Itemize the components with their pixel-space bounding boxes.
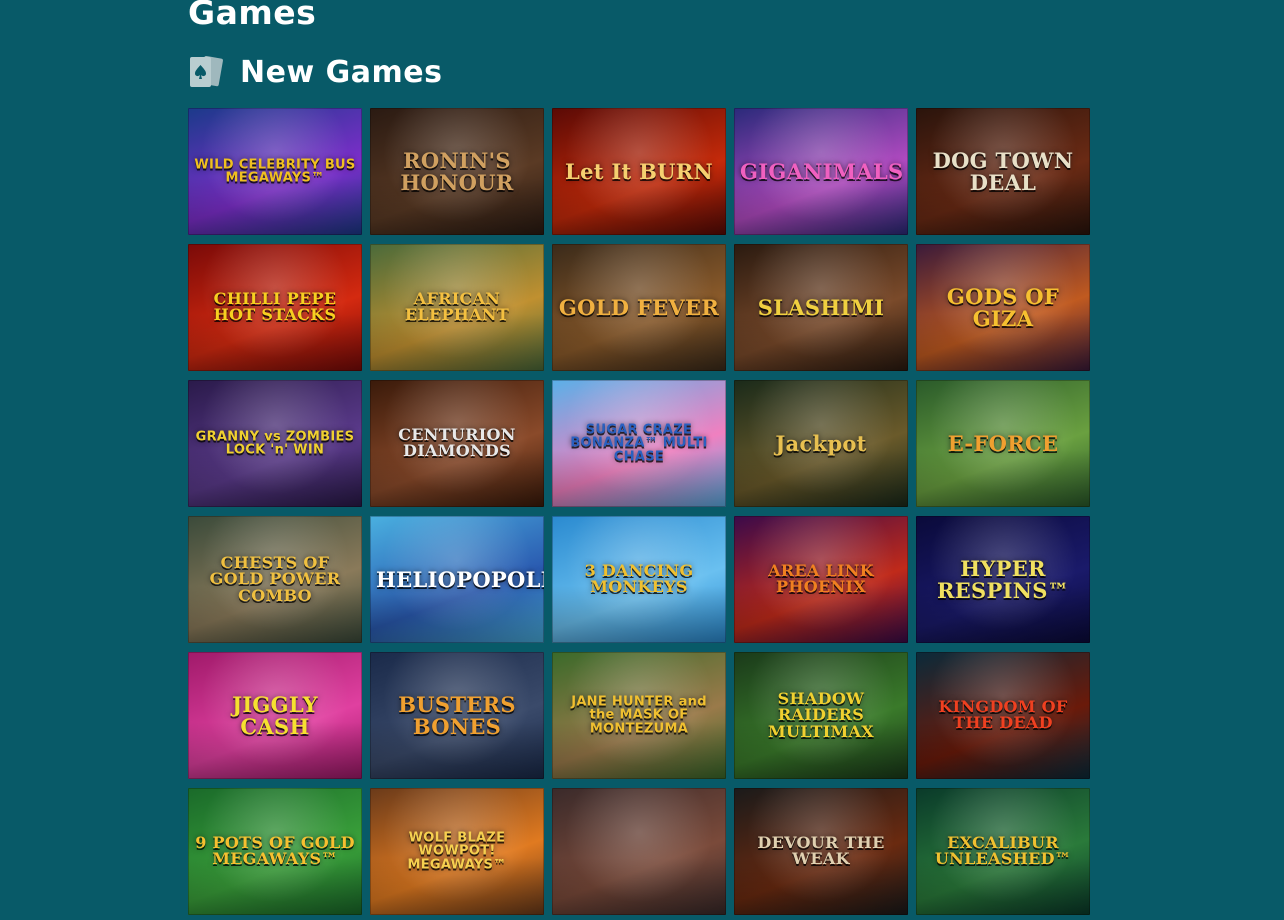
game-tile[interactable]: JIGGLY CASH [188, 652, 362, 779]
game-title: CHILLI PEPE HOT STACKS [213, 288, 337, 325]
game-tile[interactable]: EXCALIBUR UNLEASHED™ [916, 788, 1090, 915]
game-title: Jackpot [775, 430, 867, 456]
game-tile[interactable]: AREA LINK PHOENIX [734, 516, 908, 643]
game-tile[interactable]: 9 POTS OF GOLD MEGAWAYS™ [188, 788, 362, 915]
game-title: E-FORCE [947, 430, 1059, 456]
game-tile[interactable]: JANE HUNTER and the MASK OF MONTEZUMA [552, 652, 726, 779]
game-tile[interactable]: KINGDOM OF THE DEAD [916, 652, 1090, 779]
game-title: RONIN'S HONOUR [400, 147, 514, 195]
game-tile[interactable]: DEVOUR THE WEAK [734, 788, 908, 915]
game-tile[interactable]: E-FORCE [916, 380, 1090, 507]
game-title: HELIOPOPOLIS [376, 566, 544, 592]
game-tile[interactable]: CENTURION DIAMONDS [370, 380, 544, 507]
game-title: AREA LINK PHOENIX [768, 560, 874, 597]
game-title: 9 POTS OF GOLD MEGAWAYS™ [195, 832, 355, 869]
game-tile[interactable]: AFRICAN ELEPHANT [370, 244, 544, 371]
game-tile[interactable]: DOG TOWN DEAL [916, 108, 1090, 235]
game-tile[interactable]: SLASHIMI [734, 244, 908, 371]
games-grid: WILD CELEBRITY BUS MEGAWAYS™ RONIN'S HONO… [188, 108, 1090, 915]
game-title: Let It BURN [565, 158, 713, 184]
game-title: WOLF BLAZE WOWPOT! MEGAWAYS™ [407, 830, 507, 873]
game-tile[interactable]: HYPER RESPINS™ [916, 516, 1090, 643]
game-title: GIGANIMALS [740, 158, 904, 184]
game-title: DOG TOWN DEAL [932, 147, 1074, 195]
playing-cards-icon [188, 54, 224, 90]
game-tile[interactable]: CHILLI PEPE HOT STACKS [188, 244, 362, 371]
game-tile[interactable]: GIGANIMALS [734, 108, 908, 235]
game-tile[interactable]: WOLF BLAZE WOWPOT! MEGAWAYS™ [370, 788, 544, 915]
game-tile[interactable]: GOLD FEVER [552, 244, 726, 371]
game-tile[interactable]: 3 DANCING MONKEYS [552, 516, 726, 643]
game-title: AFRICAN ELEPHANT [404, 288, 510, 325]
game-tile[interactable]: HELIOPOPOLIS [370, 516, 544, 643]
game-tile[interactable]: SHADOW RAIDERS MULTIMAX [734, 652, 908, 779]
game-tile[interactable]: Jackpot [734, 380, 908, 507]
game-title: GRANNY vs ZOMBIES LOCK 'n' WIN [195, 428, 355, 458]
game-tile[interactable]: BUSTERS BONES [370, 652, 544, 779]
game-title: GOLD FEVER [558, 294, 720, 320]
game-title: SLASHIMI [757, 294, 885, 320]
game-title: JANE HUNTER and the MASK OF MONTEZUMA [571, 694, 707, 737]
game-tile[interactable]: WILD CELEBRITY BUS MEGAWAYS™ [188, 108, 362, 235]
game-tile[interactable]: GODS OF GIZA [916, 244, 1090, 371]
game-title: HYPER RESPINS™ [937, 555, 1069, 603]
game-tile[interactable] [552, 788, 726, 915]
game-title: DEVOUR THE WEAK [757, 832, 885, 869]
game-title: CENTURION DIAMONDS [398, 424, 516, 461]
page-title: Games [188, 0, 317, 32]
game-title: JIGGLY CASH [232, 691, 318, 739]
section-title: New Games [240, 54, 443, 90]
game-title: GODS OF GIZA [946, 283, 1060, 331]
game-tile[interactable]: Let It BURN [552, 108, 726, 235]
game-title: SHADOW RAIDERS MULTIMAX [768, 688, 874, 741]
game-title: WILD CELEBRITY BUS MEGAWAYS™ [194, 156, 356, 186]
game-tile[interactable]: GRANNY vs ZOMBIES LOCK 'n' WIN [188, 380, 362, 507]
section-header: New Games [188, 54, 442, 90]
game-title: BUSTERS BONES [398, 691, 516, 739]
game-title: 3 DANCING MONKEYS [584, 560, 694, 597]
game-title: CHESTS OF GOLD POWER COMBO [209, 552, 341, 605]
game-tile[interactable]: SUGAR CRAZE BONANZA™ MULTI CHASE [552, 380, 726, 507]
game-title: EXCALIBUR UNLEASHED™ [934, 832, 1072, 869]
game-title: KINGDOM OF THE DEAD [938, 696, 1068, 733]
game-title: SUGAR CRAZE BONANZA™ MULTI CHASE [570, 422, 708, 465]
game-tile[interactable]: RONIN'S HONOUR [370, 108, 544, 235]
game-tile[interactable]: CHESTS OF GOLD POWER COMBO [188, 516, 362, 643]
